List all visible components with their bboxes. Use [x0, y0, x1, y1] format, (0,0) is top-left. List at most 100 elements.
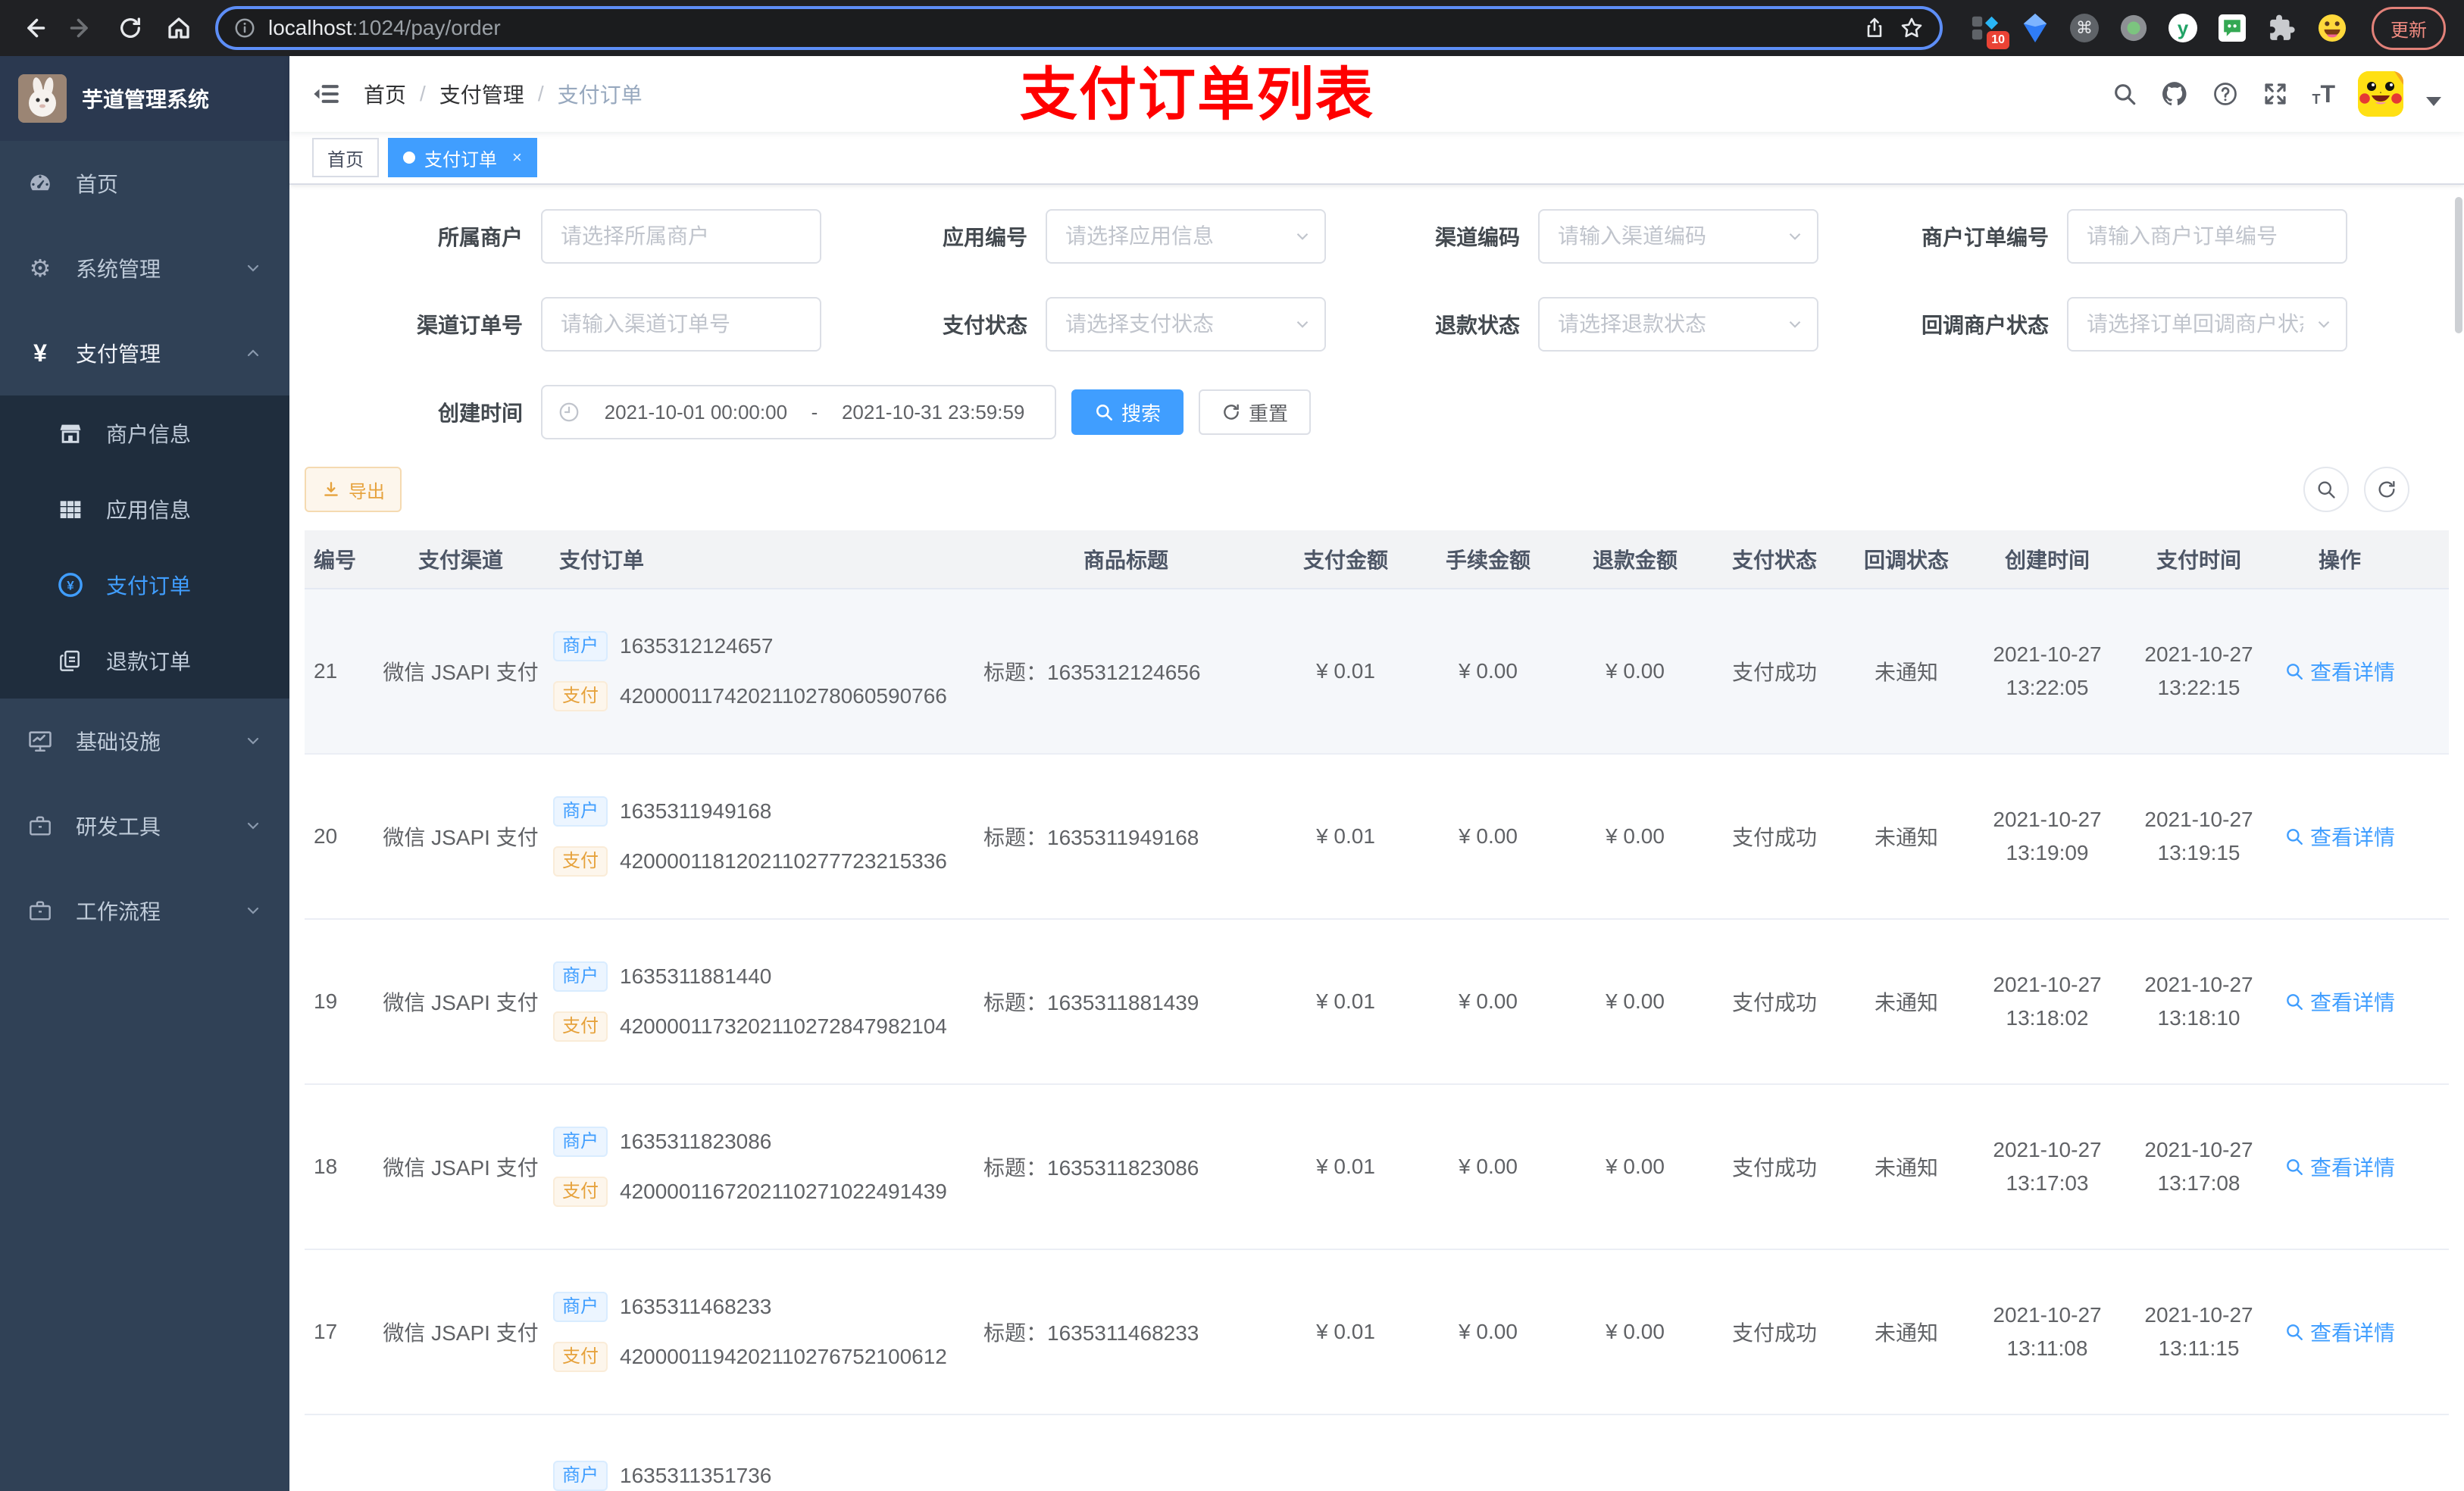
address-bar[interactable]: localhost:1024/pay/order: [215, 6, 1943, 50]
avatar-caret-icon[interactable]: [2426, 97, 2441, 106]
sidebar-item-refund-order[interactable]: 退款订单: [0, 623, 289, 699]
sidebar-item-infra[interactable]: 基础设施: [0, 699, 289, 783]
callback-status-select[interactable]: [2068, 299, 2346, 350]
col-channel: 支付渠道: [417, 549, 503, 572]
search-icon[interactable]: [2112, 81, 2137, 107]
merchant-input[interactable]: [543, 211, 820, 262]
merchant-tag: 商户: [553, 961, 608, 992]
cell-pay-status: 支付成功: [1731, 1321, 1817, 1345]
view-detail-link[interactable]: 查看详情: [2284, 1317, 2395, 1347]
search-button[interactable]: 搜索: [1071, 389, 1184, 435]
extension-gem-icon[interactable]: [2020, 13, 2050, 43]
filter-callback-status: 回调商户状态: [1885, 297, 2347, 352]
back-icon[interactable]: [12, 7, 55, 49]
view-detail-link[interactable]: 查看详情: [2284, 1152, 2395, 1182]
fullscreen-icon[interactable]: [2262, 80, 2289, 108]
view-detail-link[interactable]: 查看详情: [2284, 821, 2395, 852]
page: localhost:1024/pay/order 10 ⌘ y 更新 芋道管理系…: [0, 0, 2464, 1491]
table-row-partial[interactable]: 商户 1635311351736: [305, 1415, 2449, 1491]
breadcrumb-home[interactable]: 首页: [364, 79, 406, 109]
extension-tag-manager-icon[interactable]: 10: [1970, 13, 2009, 49]
cell-fee: ¥ 0.00: [1459, 824, 1518, 848]
filter-label: 渠道编码: [1434, 226, 1520, 249]
extension-y-icon[interactable]: y: [2169, 14, 2197, 42]
tag-label: 支付订单: [424, 149, 497, 170]
share-icon[interactable]: [1862, 16, 1887, 40]
cell-amount: ¥ 0.01: [1316, 659, 1375, 683]
app-title: 芋道管理系统: [82, 88, 210, 111]
reset-button-label: 重置: [1249, 402, 1289, 425]
pay-status-select[interactable]: [1047, 299, 1324, 350]
document-copy-icon: [58, 649, 83, 673]
cell-pay-status: 支付成功: [1731, 826, 1817, 849]
avatar[interactable]: [2358, 71, 2403, 117]
extensions-puzzle-icon[interactable]: [2267, 13, 2297, 43]
scrollbar[interactable]: [2455, 197, 2462, 333]
shop-icon: [58, 420, 83, 446]
sidebar-item-dev-tools[interactable]: 研发工具: [0, 783, 289, 868]
export-button[interactable]: 导出: [305, 467, 402, 512]
sidebar-item-system[interactable]: ⚙ 系统管理: [0, 226, 289, 311]
sidebar-collapse-icon[interactable]: [312, 80, 341, 108]
help-icon[interactable]: [2212, 80, 2239, 108]
table-row[interactable]: 21 微信 JSAPI 支付 商户 1635312124657 支付 4200001…: [305, 589, 2449, 755]
refresh-icon[interactable]: [2364, 467, 2409, 512]
channel-order-no-input[interactable]: [543, 299, 820, 350]
toggle-search-icon[interactable]: [2303, 467, 2349, 512]
tag-pay-order[interactable]: 支付订单 ×: [388, 138, 537, 177]
pay-order-no: 4200001174202110278060590766: [620, 684, 947, 708]
date-range-picker[interactable]: 2021-10-01 00:00:00 - 2021-10-31 23:59:5…: [541, 385, 1056, 439]
extension-record-icon[interactable]: [2118, 13, 2149, 43]
app-select[interactable]: [1047, 211, 1324, 262]
url-text[interactable]: localhost:1024/pay/order: [268, 16, 1850, 40]
breadcrumb-group[interactable]: 支付管理: [439, 79, 524, 109]
home-icon[interactable]: [158, 7, 200, 49]
font-size-icon[interactable]: TT: [2312, 82, 2335, 106]
merchant-order-no-input[interactable]: [2068, 211, 2346, 262]
table-row[interactable]: 17 微信 JSAPI 支付 商户 1635311468233 支付 4200001…: [305, 1250, 2449, 1415]
extension-emoji-icon[interactable]: [2317, 13, 2347, 43]
date-start: 2021-10-01 00:00:00: [604, 400, 788, 424]
chevron-down-icon: [244, 902, 262, 920]
cell-fee: ¥ 0.00: [1459, 989, 1518, 1013]
cell-order: 商户 1635311881440 支付 4200001173202110272847…: [550, 961, 974, 1042]
view-detail-link[interactable]: 查看详情: [2284, 656, 2395, 686]
sidebar-item-merchant-info[interactable]: 商户信息: [0, 395, 289, 471]
cell-channel: 微信 JSAPI 支付: [383, 826, 539, 849]
cell-pay-time: 2021-10-27 13:22:15: [2144, 642, 2253, 699]
table-row[interactable]: 19 微信 JSAPI 支付 商户 1635311881440 支付 4200001…: [305, 920, 2449, 1085]
sidebar-item-pay[interactable]: ¥ 支付管理: [0, 311, 289, 395]
cell-pay-time: 2021-10-27 13:19:15: [2144, 808, 2253, 864]
reset-button[interactable]: 重置: [1199, 389, 1312, 435]
close-icon[interactable]: ×: [512, 148, 522, 167]
sidebar-item-home[interactable]: 首页: [0, 141, 289, 226]
sidebar-item-app-info[interactable]: 应用信息: [0, 471, 289, 547]
grid-icon: [58, 497, 83, 521]
cell-no: 21: [314, 659, 338, 683]
view-detail-link[interactable]: 查看详情: [2284, 986, 2395, 1017]
tag-home[interactable]: 首页: [312, 138, 379, 177]
table-row[interactable]: 18 微信 JSAPI 支付 商户 1635311823086 支付 4200001…: [305, 1085, 2449, 1250]
reload-icon[interactable]: [109, 7, 152, 49]
forward-icon[interactable]: [61, 7, 103, 49]
breadcrumb-separator: /: [420, 82, 426, 105]
site-info-icon[interactable]: [233, 17, 256, 39]
chevron-down-icon: [244, 732, 262, 750]
bookmark-star-icon[interactable]: [1899, 15, 1925, 41]
merchant-order-no: 1635311823086: [620, 1130, 772, 1153]
extension-command-icon[interactable]: ⌘: [2070, 14, 2099, 42]
sidebar-item-workflow[interactable]: 工作流程: [0, 868, 289, 953]
cell-create-time: 2021-10-27 13:11:08: [1993, 1303, 2102, 1360]
extension-chat-icon[interactable]: [2217, 13, 2247, 43]
chevron-up-icon: [244, 344, 262, 362]
sidebar-submenu-pay: 商户信息 应用信息 ¥ 支付订单 退款订单: [0, 395, 289, 699]
col-title: 商品标题: [1083, 549, 1168, 572]
logo-row[interactable]: 芋道管理系统: [0, 56, 289, 141]
table-row[interactable]: 20 微信 JSAPI 支付 商户 1635311949168 支付 4200001…: [305, 755, 2449, 920]
filter-channel-code: 渠道编码: [1393, 209, 1818, 264]
browser-update-button[interactable]: 更新: [2372, 6, 2446, 50]
refund-status-select[interactable]: [1540, 299, 1817, 350]
github-icon[interactable]: [2160, 80, 2189, 108]
sidebar-item-pay-order[interactable]: ¥ 支付订单: [0, 547, 289, 623]
channel-code-select[interactable]: [1540, 211, 1817, 262]
